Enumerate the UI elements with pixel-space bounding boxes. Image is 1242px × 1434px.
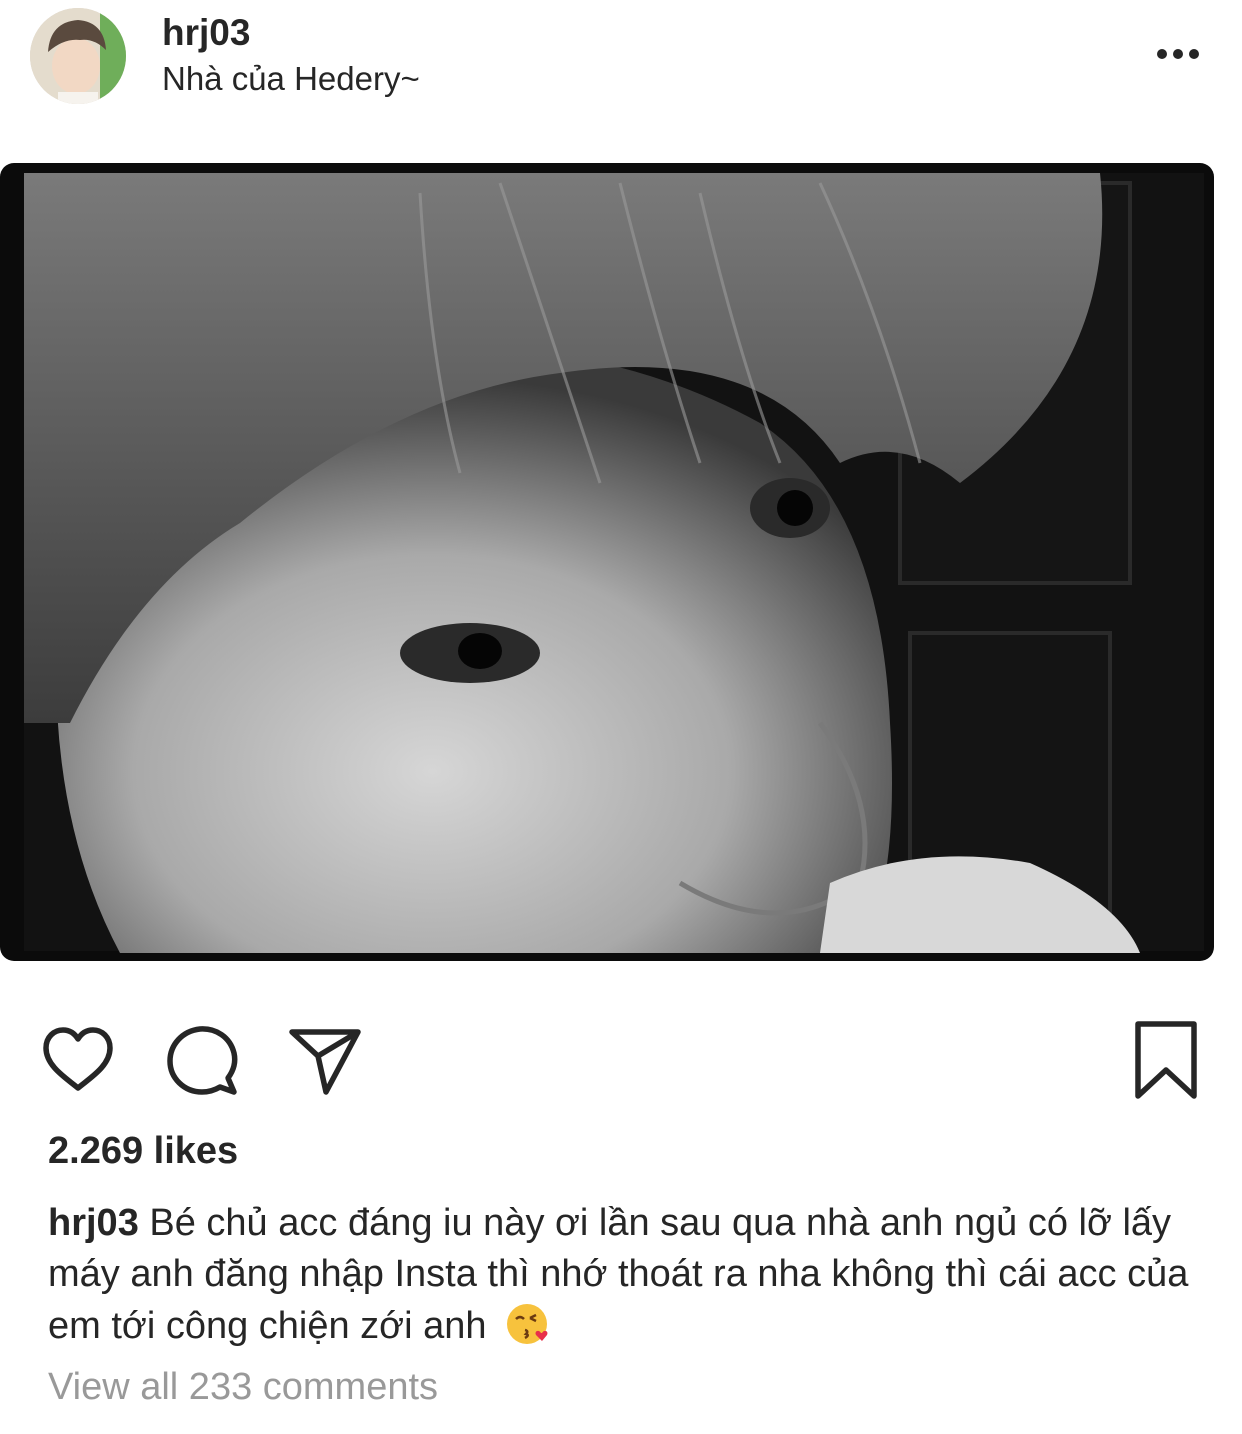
paper-plane-icon [289,1029,361,1095]
avatar[interactable] [30,8,126,104]
post-username[interactable]: hrj03 [162,12,250,54]
comment-bubble-icon [167,1026,238,1095]
share-button[interactable] [286,1022,362,1098]
like-button[interactable] [40,1022,116,1098]
post-actions [0,1010,1242,1110]
face-blowing-a-kiss-icon [507,1304,548,1344]
bookmark-icon [1135,1021,1197,1099]
post-photo[interactable] [0,163,1214,961]
caption-username[interactable]: hrj03 [48,1202,139,1244]
avatar-image [30,8,126,104]
save-button[interactable] [1132,1018,1200,1102]
more-options-dot [1189,49,1199,59]
post-location[interactable]: Nhà của Hedery~ [162,60,420,98]
comment-button[interactable] [164,1022,240,1098]
more-options-icon [1157,49,1167,59]
instagram-post: hrj03 Nhà của Hedery~ 2.269 likes hrj03 … [0,0,1242,1434]
heart-icon [43,1027,113,1091]
caption-text: Bé chủ acc đáng iu này ơi lần sau qua nh… [48,1202,1189,1347]
likes-count[interactable]: 2.269 likes [48,1130,238,1173]
post-caption: hrj03 Bé chủ acc đáng iu này ơi lần sau … [48,1198,1218,1352]
view-all-comments-link[interactable]: View all 233 comments [48,1366,438,1409]
post-header: hrj03 Nhà của Hedery~ [0,0,1242,130]
more-options-dot [1173,49,1183,59]
post-image [0,163,1214,961]
more-options-button[interactable] [1148,34,1208,74]
